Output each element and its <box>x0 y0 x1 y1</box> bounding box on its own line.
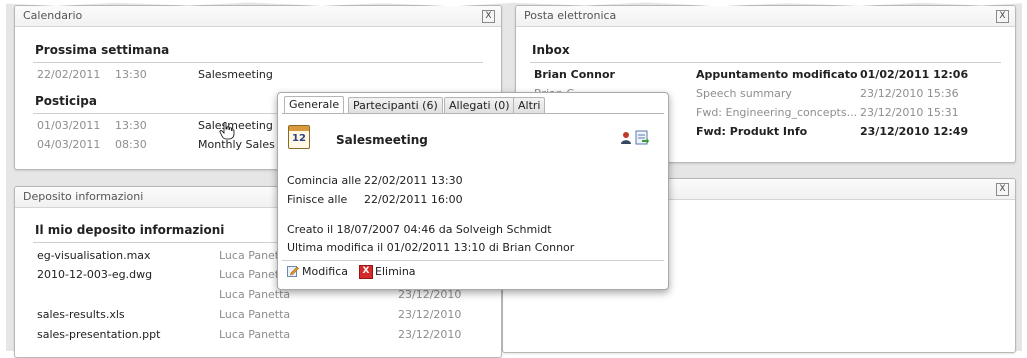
popup-tab-bar: Generale Partecipanti (6) Allegati (0) A… <box>282 95 664 114</box>
calendar-icon: 12 <box>288 125 310 149</box>
divider <box>530 62 1001 63</box>
event-date: 22/02/2011 <box>37 68 101 81</box>
popup-footer-divider <box>282 260 664 261</box>
tab-allegati[interactable]: Allegati (0) <box>444 97 515 113</box>
tab-partecipanti[interactable]: Partecipanti (6) <box>348 97 443 113</box>
calendar-icon-day: 12 <box>292 133 306 144</box>
modified-info: Ultima modifica il 01/02/2011 13:10 di B… <box>287 241 575 254</box>
end-label: Finisce alle <box>287 193 348 206</box>
email-subject-link[interactable]: Appuntamento modificato <box>696 68 858 81</box>
file-owner: Luca Panetta <box>219 328 291 341</box>
postponed-heading: Posticipa <box>35 94 97 108</box>
email-sender: Brian Connor <box>534 68 615 81</box>
event-subject-link[interactable]: Salesmeeting <box>198 119 273 132</box>
tab-generale[interactable]: Generale <box>284 96 345 113</box>
export-icon[interactable] <box>635 130 649 145</box>
next-week-heading: Prossima settimana <box>35 43 170 57</box>
popup-subject: Salesmeeting <box>336 133 428 147</box>
participants-icon[interactable] <box>619 131 633 145</box>
email-date: 23/12/2010 12:49 <box>860 125 969 138</box>
event-time: 13:30 <box>115 119 147 132</box>
event-detail-popup: Generale Partecipanti (6) Allegati (0) A… <box>277 92 669 290</box>
file-name-link[interactable]: sales-presentation.ppt <box>37 328 160 341</box>
calendar-icon-header <box>289 126 309 131</box>
inbox-heading: Inbox <box>532 43 570 57</box>
email-subject-link[interactable]: Fwd: Engineering_concepts... <box>696 106 856 119</box>
calendar-panel-title: Calendario <box>15 6 501 27</box>
edit-icon[interactable] <box>287 265 299 277</box>
file-owner: Luca Panetta <box>219 308 291 321</box>
tab-altri[interactable]: Altri <box>513 97 546 113</box>
edit-button[interactable]: Modifica <box>302 265 348 278</box>
third-panel-close-button[interactable]: X <box>996 183 1009 196</box>
event-time: 13:30 <box>115 68 147 81</box>
email-subject-link[interactable]: Speech summary <box>696 87 792 100</box>
email-date: 01/02/2011 12:06 <box>860 68 969 81</box>
start-value: 22/02/2011 13:30 <box>364 174 463 187</box>
calendar-close-button[interactable]: X <box>482 10 495 23</box>
start-label: Comincia alle <box>287 174 362 187</box>
event-subject-link[interactable]: Monthly Sales <box>198 138 275 151</box>
delete-button[interactable]: Elimina <box>375 265 416 278</box>
email-panel-title: Posta elettronica <box>516 6 1015 27</box>
file-date: 23/12/2010 <box>398 328 462 341</box>
divider <box>33 62 483 63</box>
created-info: Creato il 18/07/2007 04:46 da Solveigh S… <box>287 223 552 236</box>
file-name-link[interactable]: eg-visualisation.max <box>37 249 151 262</box>
event-date: 04/03/2011 <box>37 138 101 151</box>
end-value: 22/02/2011 16:00 <box>364 193 463 206</box>
event-time: 08:30 <box>115 138 147 151</box>
email-close-button[interactable]: X <box>996 10 1009 23</box>
delete-icon[interactable]: X <box>359 265 373 279</box>
hand-pointer-icon <box>219 122 235 140</box>
event-date: 01/03/2011 <box>37 119 101 132</box>
deposit-heading: Il mio deposito informazioni <box>35 223 225 237</box>
file-name-link[interactable]: 2010-12-003-eg.dwg <box>37 268 152 281</box>
file-date: 23/12/2010 <box>398 308 462 321</box>
email-date: 23/12/2010 15:36 <box>860 87 959 100</box>
email-date: 23/12/2010 15:31 <box>860 106 959 119</box>
event-subject-link[interactable]: Salesmeeting <box>198 68 273 81</box>
file-name-link[interactable]: sales-results.xls <box>37 308 125 321</box>
email-subject-link[interactable]: Fwd: Produkt Info <box>696 125 807 138</box>
